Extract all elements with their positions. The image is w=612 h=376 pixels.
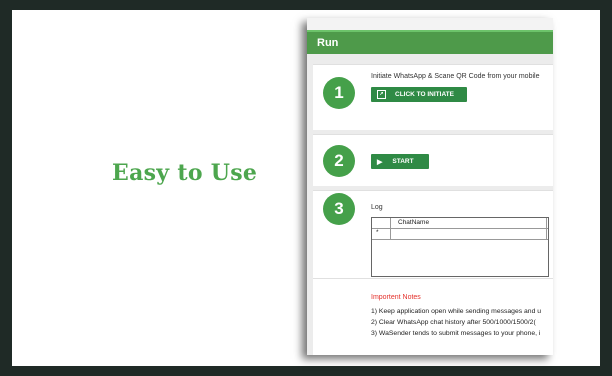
log-label: Log	[371, 204, 383, 211]
play-icon: ▶	[377, 158, 383, 166]
click-to-initiate-button[interactable]: ↗ CLICK TO INITIATE	[371, 87, 467, 102]
window-header: Run	[307, 30, 553, 54]
log-table-divider	[390, 218, 391, 239]
step-1-instruction: Initiate WhatsApp & Scane QR Code from y…	[371, 73, 540, 80]
start-label: START	[392, 158, 414, 165]
app-window: Run 1 Initiate WhatsApp & Scane QR Code …	[307, 18, 553, 355]
window-top-strip	[307, 18, 553, 30]
note-item: 1) Keep application open while sending m…	[371, 308, 542, 315]
step-3-panel: 3 Log ChatName *	[313, 190, 553, 284]
step-2-number: 2	[323, 145, 355, 177]
new-row-marker: *	[376, 229, 379, 236]
log-table-divider	[546, 218, 547, 239]
note-item: 3) WaSender tends to submit messages to …	[371, 330, 541, 337]
column-header-chatname: ChatName	[398, 219, 430, 226]
step-2-panel: 2 ▶ START	[313, 134, 553, 186]
log-table[interactable]: ChatName *	[371, 217, 549, 277]
click-to-initiate-label: CLICK TO INITIATE	[395, 91, 454, 98]
window-title: Run	[317, 37, 339, 49]
log-table-row[interactable]	[372, 228, 548, 240]
tagline: Easy to Use	[112, 160, 258, 186]
step-1-number: 1	[323, 77, 355, 109]
note-item: 2) Clear WhatsApp chat history after 500…	[371, 319, 536, 326]
step-1-panel: 1 Initiate WhatsApp & Scane QR Code from…	[313, 64, 553, 130]
notes-title: Importent Notes	[371, 294, 421, 301]
step-3-number: 3	[323, 193, 355, 225]
notes-panel: Importent Notes 1) Keep application open…	[313, 278, 553, 355]
start-button[interactable]: ▶ START	[371, 154, 429, 169]
external-link-icon: ↗	[377, 90, 386, 99]
